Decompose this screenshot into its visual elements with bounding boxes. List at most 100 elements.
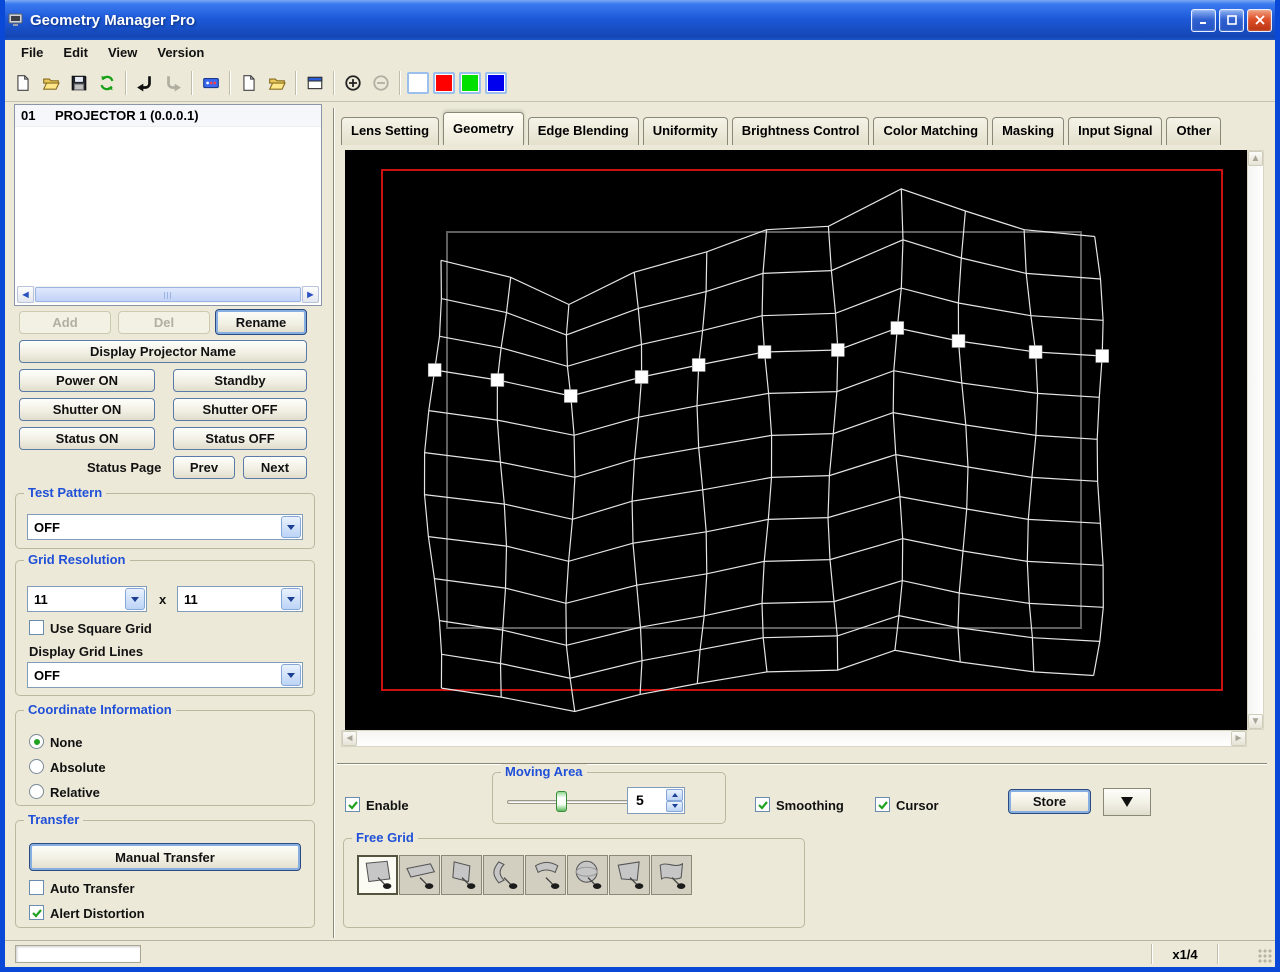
tab-input-signal[interactable]: Input Signal (1068, 117, 1163, 145)
free-grid-cylinder-arch-button[interactable] (525, 855, 566, 895)
power-on-button[interactable]: Power ON (19, 369, 155, 392)
geometry-canvas[interactable] (345, 150, 1247, 730)
grid-v-select[interactable]: 11 (177, 586, 303, 612)
test-pattern-select[interactable]: OFF (27, 514, 303, 540)
undo-icon[interactable] (132, 70, 158, 96)
spin-down-icon[interactable] (666, 800, 683, 812)
tab-brightness-control[interactable]: Brightness Control (731, 117, 870, 145)
display-grid-lines-select[interactable]: OFF (27, 662, 303, 688)
free-grid-skewed-screen-button[interactable] (609, 855, 650, 895)
free-grid-angled-screen-button[interactable] (441, 855, 482, 895)
tab-masking[interactable]: Masking (992, 117, 1065, 145)
projector-panel-icon[interactable] (198, 70, 224, 96)
coord-relative-label: Relative (50, 785, 100, 800)
coord-none-radio[interactable] (29, 734, 44, 749)
list-horizontal-scrollbar[interactable]: ◄ ► (17, 286, 319, 303)
save-icon[interactable] (66, 70, 92, 96)
moving-area-slider-track[interactable] (507, 800, 637, 804)
scroll-right-icon[interactable]: ► (1231, 731, 1246, 746)
coord-relative-radio[interactable] (29, 784, 44, 799)
scroll-down-icon[interactable]: ▼ (1248, 714, 1263, 729)
free-grid-tilted-screen-button[interactable] (399, 855, 440, 895)
free-grid-sphere-screen-button[interactable] (567, 855, 608, 895)
menu-item-version[interactable]: Version (147, 42, 214, 63)
auto-transfer-checkbox[interactable] (29, 880, 44, 895)
tab-other[interactable]: Other (1166, 117, 1222, 145)
shutter-on-button[interactable]: Shutter ON (19, 398, 155, 421)
next-button[interactable]: Next (243, 456, 307, 479)
display-projector-name-button[interactable]: Display Projector Name (19, 340, 307, 363)
free-grid-flat-screen-button[interactable] (357, 855, 398, 895)
status-on-button[interactable]: Status ON (19, 427, 155, 450)
coord-absolute-radio[interactable] (29, 759, 44, 774)
mesh-handle (1095, 349, 1109, 363)
open-file-icon[interactable] (38, 70, 64, 96)
standby-button[interactable]: Standby (173, 369, 307, 392)
zoom-in-icon[interactable] (340, 70, 366, 96)
tab-color-matching[interactable]: Color Matching (873, 117, 989, 145)
add-button[interactable]: Add (19, 311, 111, 334)
scroll-right-icon[interactable]: ► (302, 286, 319, 303)
tab-geometry[interactable]: Geometry (443, 112, 524, 145)
menu-item-view[interactable]: View (98, 42, 147, 63)
scroll-up-icon[interactable]: ▲ (1248, 151, 1263, 166)
moving-area-spinner[interactable]: 5 (627, 787, 685, 814)
close-button[interactable] (1247, 8, 1272, 32)
test-color-white[interactable] (407, 72, 429, 94)
moving-area-slider-thumb[interactable] (556, 791, 567, 812)
scrollbar-thumb[interactable] (35, 287, 301, 302)
scroll-left-icon[interactable]: ◄ (342, 731, 357, 746)
test-color-red[interactable] (433, 72, 455, 94)
chevron-down-icon[interactable] (281, 588, 301, 610)
tab-lens-setting[interactable]: Lens Setting (341, 117, 440, 145)
free-grid-curved-screen-button[interactable] (651, 855, 692, 895)
alert-distortion-checkbox[interactable] (29, 905, 44, 920)
chevron-down-icon[interactable] (125, 588, 145, 610)
new-document-icon[interactable] (10, 70, 36, 96)
smoothing-checkbox[interactable] (755, 797, 770, 812)
grid-h-select[interactable]: 11 (27, 586, 147, 612)
mesh-handle (1028, 345, 1043, 359)
alert-distortion-label: Alert Distortion (50, 906, 145, 921)
new-layout-icon[interactable] (236, 70, 262, 96)
shutter-off-button[interactable]: Shutter OFF (173, 398, 307, 421)
refresh-icon[interactable] (94, 70, 120, 96)
use-square-grid-checkbox[interactable] (29, 620, 44, 635)
store-menu-button[interactable] (1103, 788, 1151, 816)
store-button[interactable]: Store (1008, 789, 1091, 814)
maximize-button[interactable] (1219, 8, 1244, 32)
status-separator (1217, 944, 1219, 964)
chevron-down-icon[interactable] (281, 664, 301, 686)
test-color-blue[interactable] (485, 72, 507, 94)
zoom-out-icon[interactable] (368, 70, 394, 96)
cursor-checkbox[interactable] (875, 797, 890, 812)
free-grid-cylinder-concave-button[interactable] (483, 855, 524, 895)
mesh-handle (490, 373, 505, 387)
projector-list-item[interactable]: 01 PROJECTOR 1 (0.0.0.1) (15, 105, 321, 127)
open-layout-icon[interactable] (264, 70, 290, 96)
redo-icon[interactable] (160, 70, 186, 96)
menu-item-file[interactable]: File (11, 42, 53, 63)
projector-list[interactable]: 01 PROJECTOR 1 (0.0.0.1) ◄ ► (14, 104, 322, 306)
toolbar-separator (295, 71, 297, 95)
rename-button[interactable]: Rename (215, 309, 307, 335)
tab-edge-blending[interactable]: Edge Blending (527, 117, 639, 145)
del-button[interactable]: Del (118, 311, 210, 334)
menu-item-edit[interactable]: Edit (53, 42, 98, 63)
test-color-green[interactable] (459, 72, 481, 94)
mesh-handle (427, 363, 442, 377)
minimize-button[interactable] (1191, 8, 1216, 32)
prev-button[interactable]: Prev (173, 456, 235, 479)
status-off-button[interactable]: Status OFF (173, 427, 307, 450)
tab-uniformity[interactable]: Uniformity (642, 117, 728, 145)
scroll-left-icon[interactable]: ◄ (17, 286, 34, 303)
window-icon[interactable] (302, 70, 328, 96)
enable-checkbox[interactable] (345, 797, 360, 812)
canvas-vertical-scrollbar[interactable]: ▲ ▼ (1247, 150, 1264, 730)
resize-grip[interactable] (1258, 949, 1272, 963)
chevron-down-icon[interactable] (281, 516, 301, 538)
canvas-horizontal-scrollbar[interactable]: ◄ ► (341, 730, 1247, 747)
manual-transfer-button[interactable]: Manual Transfer (29, 843, 301, 871)
mesh-handle (951, 334, 966, 348)
spin-up-icon[interactable] (666, 789, 683, 801)
